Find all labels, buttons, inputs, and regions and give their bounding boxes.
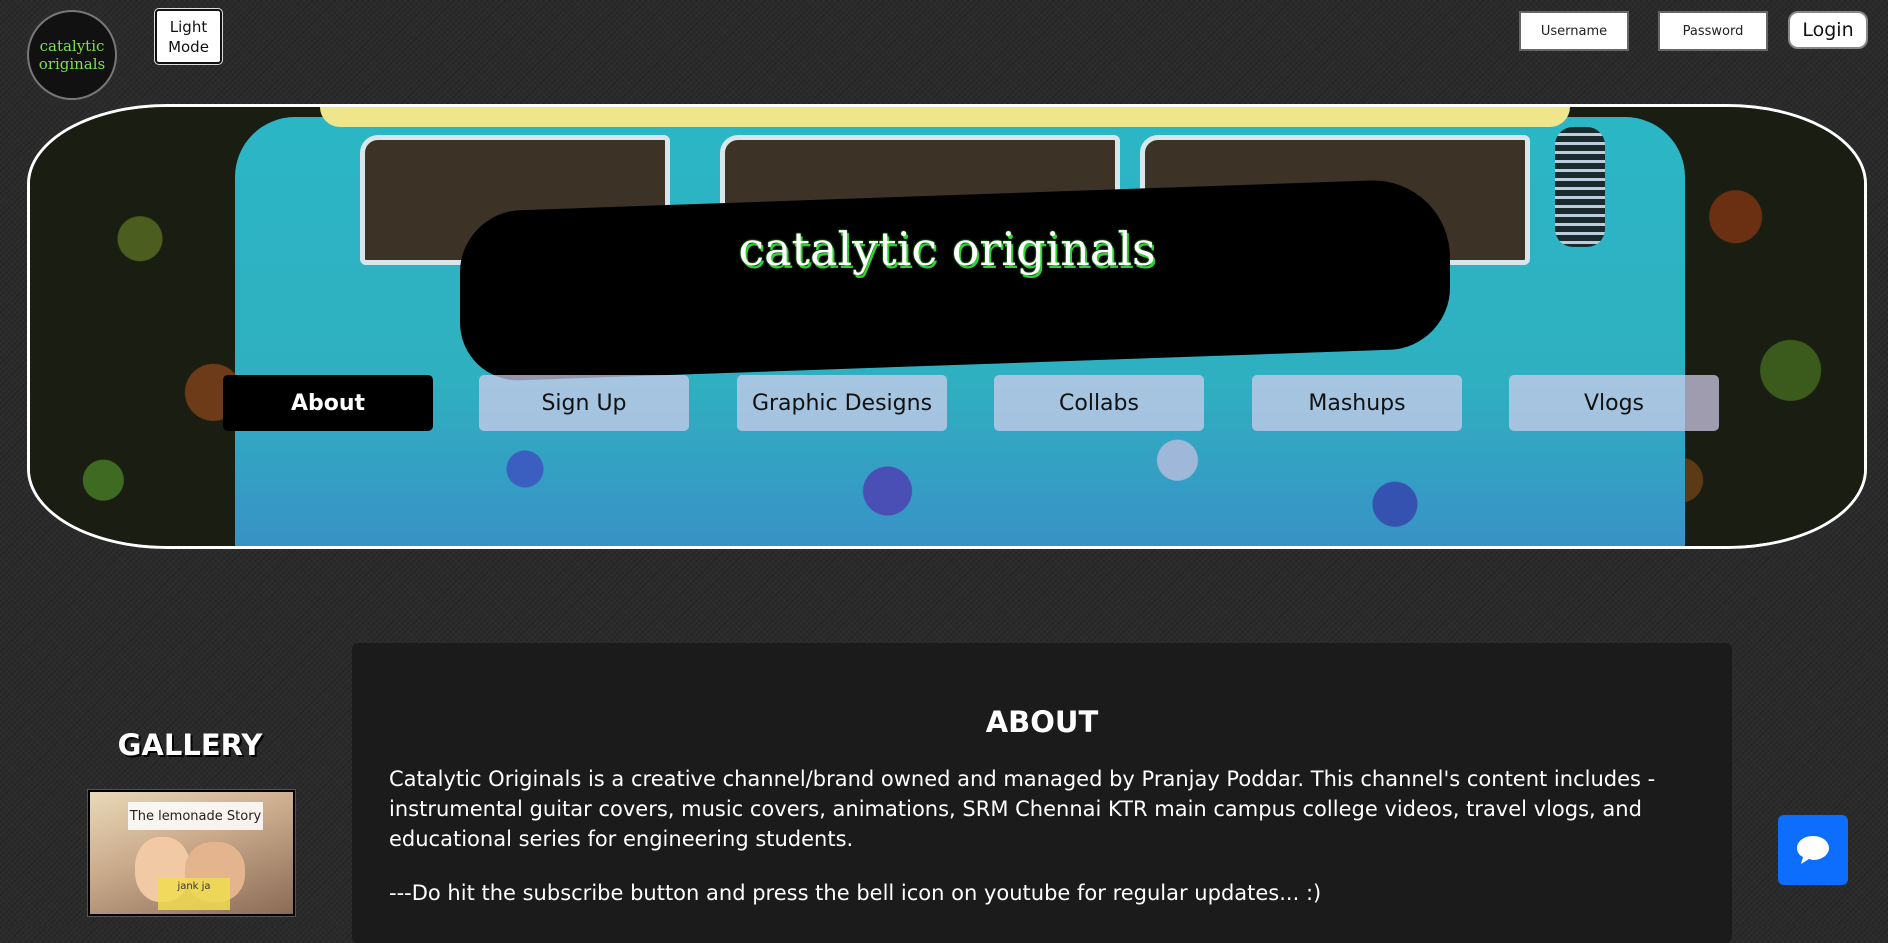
nav-graphic-designs[interactable]: Graphic Designs (737, 375, 947, 431)
hero-banner: catalytic originals About Sign Up Graphi… (27, 104, 1867, 549)
about-title: ABOUT (985, 705, 1099, 739)
logo-text: catalytic originals (38, 37, 106, 73)
gallery-thumbnail[interactable]: The lemonade Story jank ja (87, 789, 296, 917)
nav-vlogs[interactable]: Vlogs (1509, 375, 1719, 431)
hero-van-roof (320, 107, 1570, 127)
gallery-title: GALLERY (117, 728, 263, 762)
chat-button[interactable] (1778, 815, 1848, 885)
logo[interactable]: catalytic originals (27, 10, 117, 100)
about-section: ABOUT Catalytic Originals is a creative … (352, 643, 1732, 943)
light-mode-button[interactable]: Light Mode (154, 8, 223, 65)
hero-title: catalytic originals (738, 222, 1156, 276)
password-input[interactable]: Password (1658, 11, 1768, 51)
login-button[interactable]: Login (1788, 11, 1868, 49)
username-placeholder: Username (1540, 23, 1608, 39)
nav-sign-up[interactable]: Sign Up (479, 375, 689, 431)
chat-bubble-icon (1797, 836, 1829, 864)
password-placeholder: Password (1682, 23, 1744, 39)
nav-collabs[interactable]: Collabs (994, 375, 1204, 431)
nav-about[interactable]: About (223, 375, 433, 431)
thumb-subtitle: jank ja (158, 878, 230, 910)
about-paragraph: Catalytic Originals is a creative channe… (389, 767, 1656, 851)
about-subscribe-note: ---Do hit the subscribe button and press… (389, 881, 1322, 905)
thumb-caption: The lemonade Story (128, 802, 263, 830)
nav-mashups[interactable]: Mashups (1252, 375, 1462, 431)
username-input[interactable]: Username (1519, 11, 1629, 51)
hero-title-backdrop (460, 177, 1450, 383)
